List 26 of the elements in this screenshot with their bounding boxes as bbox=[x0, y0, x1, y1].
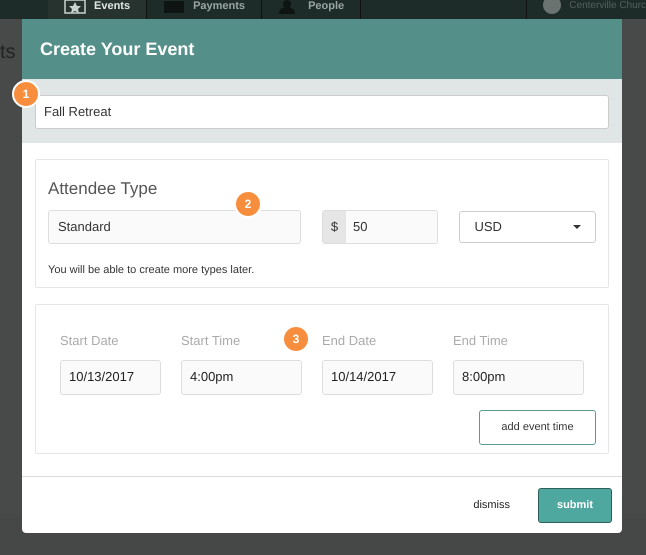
caret-icon bbox=[573, 224, 581, 228]
step-badge: 2 bbox=[234, 190, 262, 218]
attendee-type-field[interactable]: Standard bbox=[48, 210, 301, 244]
price-field[interactable]: $ 50 bbox=[322, 210, 438, 244]
nav-tab[interactable]: Events bbox=[48, 0, 148, 19]
star-icon bbox=[64, 0, 86, 14]
section-heading: Attendee Type bbox=[48, 178, 158, 200]
add-event-time-button[interactable]: add event time bbox=[479, 410, 596, 444]
card-icon bbox=[163, 0, 186, 14]
dismiss-button[interactable]: dismiss bbox=[473, 496, 510, 514]
date-time-field[interactable]: 8:00pm bbox=[453, 360, 584, 394]
modal-title: Create Your Event bbox=[40, 38, 194, 60]
currency-addon: $ bbox=[322, 210, 346, 242]
field-label: Start Date bbox=[60, 332, 119, 350]
currency-select[interactable]: USD bbox=[459, 210, 596, 242]
date-time-field[interactable]: 4:00pm bbox=[181, 360, 302, 394]
field-label: End Date bbox=[322, 332, 376, 350]
field-label: Start Time bbox=[181, 332, 240, 350]
step-badge: 3 bbox=[282, 325, 310, 353]
event-name-field[interactable]: Fall Retreat bbox=[35, 95, 609, 129]
date-time-field[interactable]: 10/14/2017 bbox=[322, 360, 433, 394]
field-label: End Time bbox=[453, 332, 508, 350]
account-name: Centerville Churc bbox=[569, 0, 646, 12]
date-time-field[interactable]: 10/13/2017 bbox=[60, 360, 161, 394]
avatar-icon bbox=[543, 0, 562, 14]
helper-note: You will be able to create more types later. bbox=[48, 262, 256, 278]
